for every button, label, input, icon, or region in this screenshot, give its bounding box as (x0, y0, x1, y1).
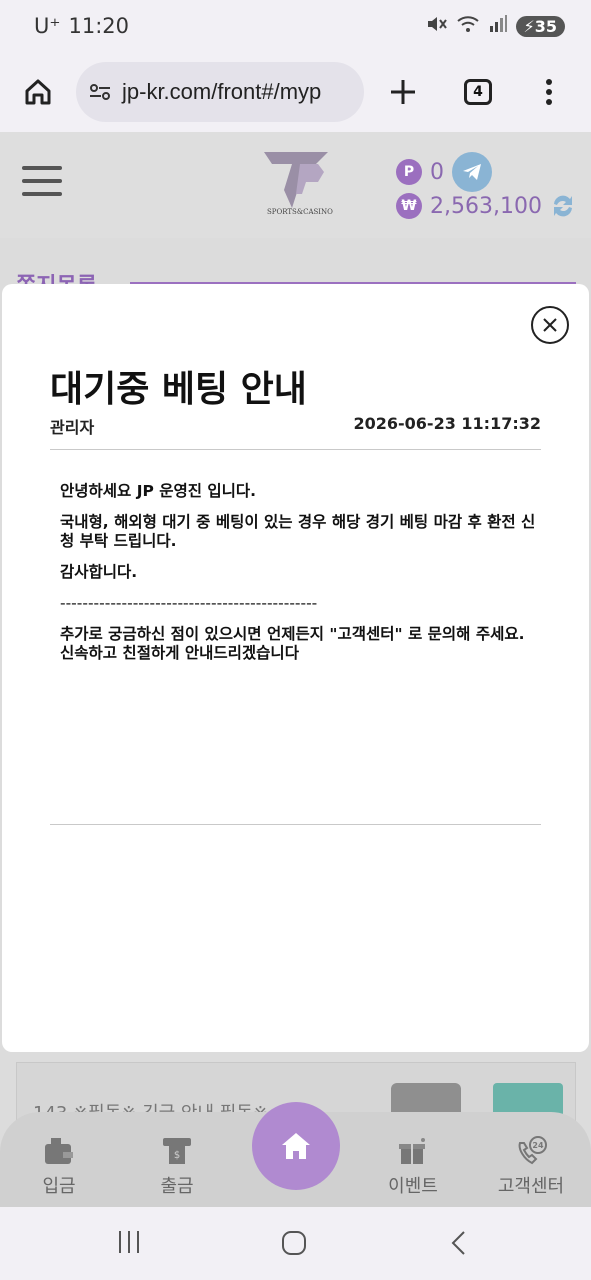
nav-withdraw-label: 출금 (160, 1176, 194, 1197)
balance-row: ₩ 2,563,100 (396, 192, 576, 220)
menu-icon[interactable] (22, 166, 62, 198)
bottom-nav: 입금 $ 출금 이벤트 24 고객센터 (0, 1102, 591, 1207)
body-thanks: 감사합니다. (60, 563, 138, 581)
close-button[interactable] (531, 306, 569, 344)
back-button[interactable] (448, 1229, 470, 1261)
battery-charging-icon: ⚡35 (515, 15, 565, 37)
refresh-icon[interactable] (550, 192, 576, 220)
status-right: ⚡35 (426, 14, 565, 39)
home-nav-button[interactable] (280, 1229, 308, 1261)
back-chevron-icon (451, 1231, 465, 1255)
status-left: U⁺ 11:20 (34, 14, 129, 38)
body-notice: 국내형, 해외형 대기 중 베팅이 있는 경우 해당 경기 베팅 마감 후 환전… (60, 513, 536, 550)
nav-home-button[interactable] (252, 1102, 340, 1190)
modal-meta: 관리자 2026-06-23 11:17:32 (50, 414, 541, 438)
atm-icon: $ (132, 1134, 222, 1168)
modal-datetime: 2026-06-23 11:17:32 (353, 414, 541, 433)
close-icon (543, 318, 557, 332)
more-menu-button[interactable] (514, 52, 584, 132)
browser-toolbar: jp-kr.com/front#/myp 4 (0, 52, 591, 132)
logo-subtitle: SPORTS&CASINO (267, 208, 333, 216)
message-modal: 대기중 베팅 안내 관리자 2026-06-23 11:17:32 안녕하세요 … (2, 284, 589, 1052)
plus-icon (391, 80, 415, 104)
support-24-icon: 24 (486, 1134, 576, 1168)
body-greeting: 안녕하세요 JP 운영진 입니다. (60, 482, 257, 500)
site-header: SPORTS&CASINO P 0 ₩ 2,563,100 (0, 132, 591, 238)
nav-event[interactable]: 이벤트 (368, 1134, 458, 1198)
mute-icon (426, 14, 448, 39)
wallet-icon (14, 1134, 104, 1168)
modal-title: 대기중 베팅 안내 (50, 369, 307, 410)
body-separator: ----------------------------------------… (60, 594, 318, 612)
nav-support-label: 고객센터 (497, 1176, 565, 1197)
site-settings-icon[interactable] (88, 82, 112, 102)
more-vert-icon (546, 79, 552, 105)
carrier-label: U⁺ (34, 14, 61, 38)
nav-deposit[interactable]: 입금 (14, 1134, 104, 1198)
wifi-icon (456, 14, 480, 39)
battery-level: 35 (534, 16, 557, 36)
android-nav-bar (0, 1207, 591, 1280)
new-tab-button[interactable] (364, 52, 442, 132)
points-row: P 0 (396, 152, 492, 192)
modal-divider-top (50, 449, 541, 450)
svg-text:24: 24 (532, 1141, 544, 1150)
balance-value: 2,563,100 (430, 193, 542, 219)
modal-body: 안녕하세요 JP 운영진 입니다. 국내형, 해외형 대기 중 베팅이 있는 경… (60, 482, 540, 675)
tab-count: 4 (473, 84, 483, 100)
tabs-icon: 4 (464, 79, 492, 105)
gift-icon (368, 1134, 458, 1168)
url-bar[interactable]: jp-kr.com/front#/myp (76, 62, 364, 122)
point-badge-icon: P (396, 159, 422, 185)
telegram-icon[interactable] (452, 152, 492, 192)
status-time: 11:20 (68, 14, 129, 38)
points-value: 0 (430, 159, 444, 185)
nav-withdraw[interactable]: $ 출금 (132, 1134, 222, 1198)
tabs-button[interactable]: 4 (442, 52, 514, 132)
won-badge-icon: ₩ (396, 193, 422, 219)
nav-event-label: 이벤트 (388, 1176, 438, 1197)
url-text[interactable]: jp-kr.com/front#/myp (122, 79, 321, 105)
body-contact: 추가로 궁금하신 점이 있으시면 언제든지 "고객센터" 로 문의해 주세요. … (60, 625, 525, 662)
recent-apps-button[interactable] (116, 1229, 142, 1259)
svg-text:$: $ (174, 1150, 180, 1161)
modal-divider-bottom (50, 824, 541, 825)
home-icon (282, 1133, 310, 1159)
status-bar: U⁺ 11:20 ⚡35 (0, 0, 591, 52)
modal-author: 관리자 (50, 418, 95, 437)
nav-support[interactable]: 24 고객센터 (486, 1134, 576, 1198)
recent-apps-icon (119, 1231, 139, 1253)
signal-icon (488, 14, 508, 39)
home-circle-icon (282, 1231, 306, 1255)
home-icon (25, 79, 51, 105)
browser-home-button[interactable] (0, 52, 76, 132)
nav-deposit-label: 입금 (42, 1176, 76, 1197)
